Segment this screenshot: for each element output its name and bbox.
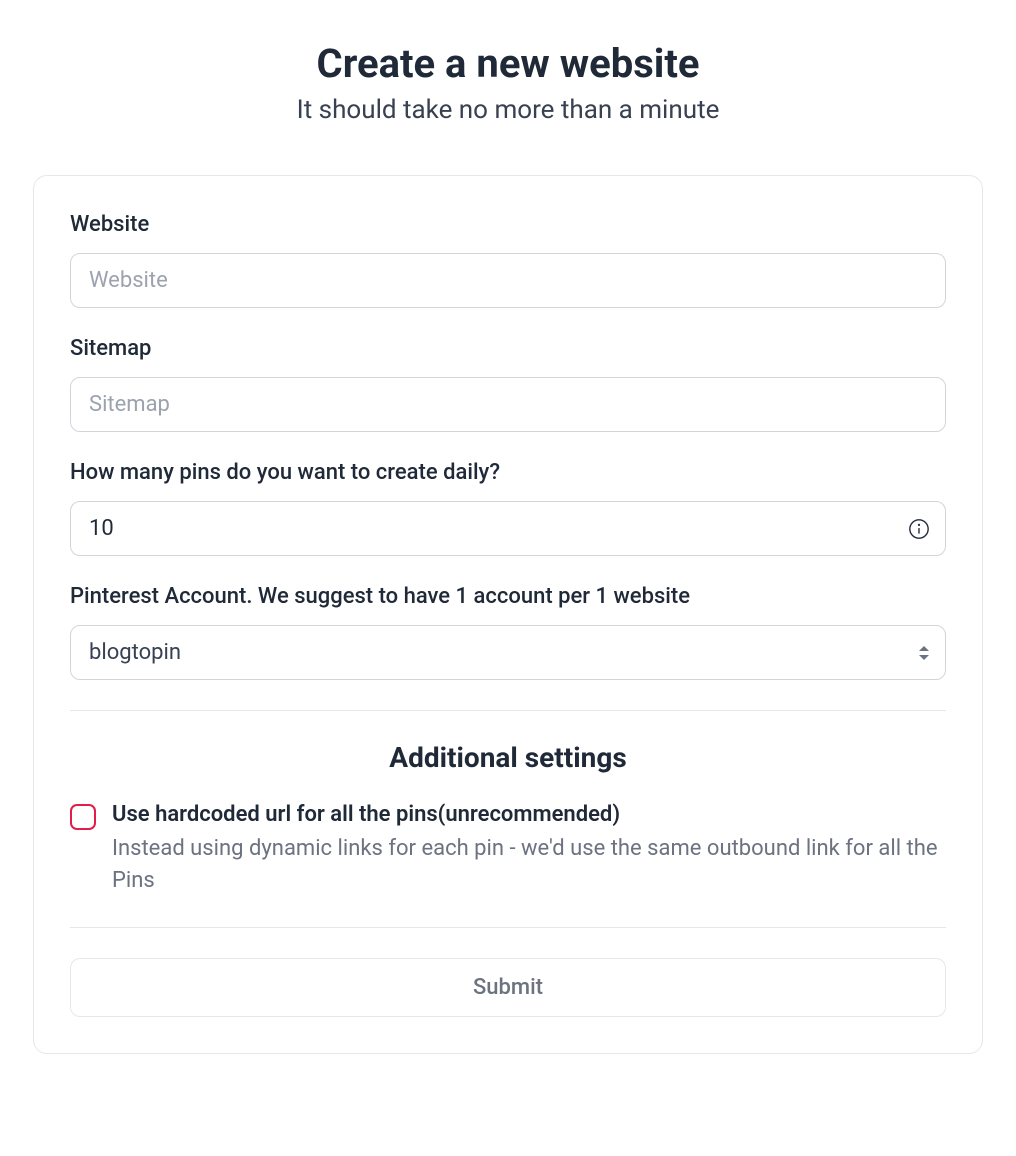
pins-group: How many pins do you want to create dail… [70,460,946,556]
pins-input[interactable] [70,501,946,556]
divider-2 [70,927,946,928]
account-label: Pinterest Account. We suggest to have 1 … [70,584,946,609]
account-select[interactable]: blogtopin [70,625,946,680]
website-label: Website [70,212,946,237]
website-input[interactable] [70,253,946,308]
hardcoded-url-row: Use hardcoded url for all the pins(unrec… [70,802,946,897]
pins-label: How many pins do you want to create dail… [70,460,946,485]
hardcoded-url-description: Instead using dynamic links for each pin… [112,836,938,893]
sitemap-group: Sitemap [70,336,946,432]
account-group: Pinterest Account. We suggest to have 1 … [70,584,946,680]
page-subtitle: It should take no more than a minute [33,95,983,125]
submit-button[interactable]: Submit [70,958,946,1017]
form-card: Website Sitemap How many pins do you wan… [33,175,983,1054]
page-title: Create a new website [33,40,983,87]
sitemap-label: Sitemap [70,336,946,361]
additional-settings-heading: Additional settings [70,741,946,774]
sitemap-input[interactable] [70,377,946,432]
info-icon[interactable] [908,518,930,540]
website-group: Website [70,212,946,308]
page-header: Create a new website It should take no m… [33,40,983,125]
divider [70,710,946,711]
hardcoded-url-label: Use hardcoded url for all the pins(unrec… [112,802,946,827]
hardcoded-url-checkbox[interactable] [70,804,96,830]
